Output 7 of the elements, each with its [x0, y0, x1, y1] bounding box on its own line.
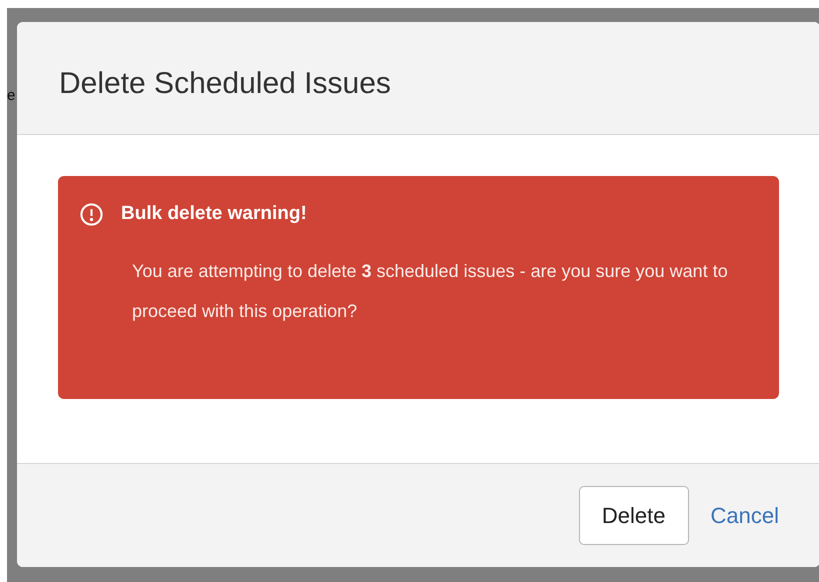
delete-button[interactable]: Delete: [578, 486, 689, 545]
alert-title: Bulk delete warning!: [121, 202, 307, 226]
dialog-title: Delete Scheduled Issues: [59, 66, 391, 102]
alert-message: You are attempting to delete 3 scheduled issues - are you sure you want to proceed with this operation?: [132, 260, 729, 323]
background-text: e: [7, 88, 16, 103]
exclamation-circle-icon: [80, 202, 103, 226]
cancel-link[interactable]: Cancel: [710, 499, 779, 532]
